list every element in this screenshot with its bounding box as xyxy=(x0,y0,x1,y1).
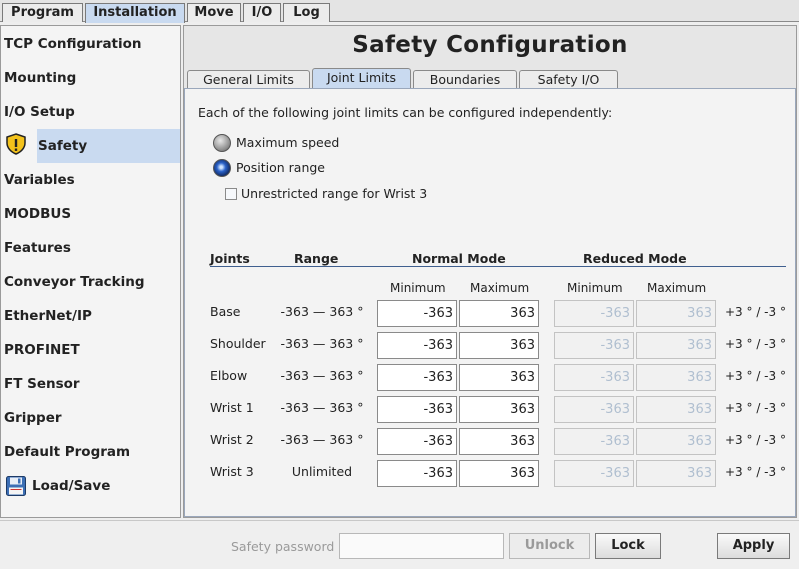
page-title: Safety Configuration xyxy=(352,32,628,58)
wrist1-normal-max-input[interactable]: 363 xyxy=(459,396,539,423)
elbow-normal-max-input[interactable]: 363 xyxy=(459,364,539,391)
tab-general-limits[interactable]: General Limits xyxy=(187,70,310,89)
tab-safety-io[interactable]: Safety I/O xyxy=(519,70,618,89)
joint-range-wrist-1: -363 — 363 ° xyxy=(280,400,364,415)
header-reduced-maximum: Maximum xyxy=(647,281,707,295)
base-tolerance: +3 ° / -3 ° xyxy=(725,305,786,319)
elbow-reduced-min-input: -363 xyxy=(554,364,634,391)
header-normal-minimum: Minimum xyxy=(390,281,446,295)
joint-range-shoulder: -363 — 363 ° xyxy=(280,336,364,351)
base-normal-max-input[interactable]: 363 xyxy=(459,300,539,327)
shoulder-normal-min-input[interactable]: -363 xyxy=(377,332,457,359)
wrist1-normal-min-input[interactable]: -363 xyxy=(377,396,457,423)
wrist1-reduced-max-input: 363 xyxy=(636,396,716,423)
position-range-label: Position range xyxy=(236,160,325,175)
safety-tab-bar: General Limits Joint Limits Boundaries S… xyxy=(184,68,796,89)
safety-password-input[interactable] xyxy=(339,533,504,559)
maximum-speed-label: Maximum speed xyxy=(236,135,340,150)
wrist1-reduced-min-input: -363 xyxy=(554,396,634,423)
tab-joint-limits[interactable]: Joint Limits xyxy=(312,68,411,89)
sidebar-item-modbus[interactable]: MODBUS xyxy=(1,197,180,231)
wrist3-normal-min-input[interactable]: -363 xyxy=(377,460,457,487)
wrist2-reduced-min-input: -363 xyxy=(554,428,634,455)
wrist2-tolerance: +3 ° / -3 ° xyxy=(725,433,786,447)
tab-installation[interactable]: Installation xyxy=(85,3,185,23)
safety-password-label: Safety password xyxy=(231,539,335,554)
wrist2-normal-min-input[interactable]: -363 xyxy=(377,428,457,455)
unrestricted-wrist3-label: Unrestricted range for Wrist 3 xyxy=(241,186,428,201)
wrist1-tolerance: +3 ° / -3 ° xyxy=(725,401,786,415)
radio-selected-icon xyxy=(213,159,231,177)
shoulder-normal-max-input[interactable]: 363 xyxy=(459,332,539,359)
joint-name-wrist-2: Wrist 2 xyxy=(210,432,254,447)
apply-button[interactable]: Apply xyxy=(717,533,790,559)
joint-name-base: Base xyxy=(210,304,241,319)
unrestricted-wrist3-checkbox[interactable]: Unrestricted range for Wrist 3 xyxy=(225,185,427,203)
sidebar-item-io-setup[interactable]: I/O Setup xyxy=(1,95,180,129)
footer-bar: Safety password Unlock Lock Apply xyxy=(0,520,799,569)
sidebar-item-variables[interactable]: Variables xyxy=(1,163,180,197)
shoulder-reduced-max-input: 363 xyxy=(636,332,716,359)
elbow-reduced-max-input: 363 xyxy=(636,364,716,391)
sidebar-item-profinet[interactable]: PROFINET xyxy=(1,333,180,367)
tab-program[interactable]: Program xyxy=(2,3,83,22)
unlock-button[interactable]: Unlock xyxy=(509,533,590,559)
sidebar-item-ft-sensor[interactable]: FT Sensor xyxy=(1,367,180,401)
sidebar-item-safety[interactable]: Safety xyxy=(37,129,180,163)
joint-range-elbow: -363 — 363 ° xyxy=(280,368,364,383)
shoulder-reduced-min-input: -363 xyxy=(554,332,634,359)
elbow-normal-min-input[interactable]: -363 xyxy=(377,364,457,391)
header-range: Range xyxy=(294,251,339,266)
installation-sidebar: TCP Configuration Mounting I/O Setup Saf… xyxy=(0,25,181,518)
wrist3-normal-max-input[interactable]: 363 xyxy=(459,460,539,487)
joint-range-wrist-3: Unlimited xyxy=(291,464,353,479)
joint-name-elbow: Elbow xyxy=(210,368,248,383)
sidebar-item-gripper[interactable]: Gripper xyxy=(1,401,180,435)
header-reduced-minimum: Minimum xyxy=(567,281,623,295)
base-reduced-min-input: -363 xyxy=(554,300,634,327)
radio-unselected-icon xyxy=(213,134,231,152)
lock-button[interactable]: Lock xyxy=(595,533,661,559)
header-joints: Joints xyxy=(210,251,250,266)
checkbox-unchecked-icon xyxy=(225,188,237,200)
tab-io[interactable]: I/O xyxy=(243,3,281,22)
sidebar-item-tcp-configuration[interactable]: TCP Configuration xyxy=(1,27,180,61)
header-normal-maximum: Maximum xyxy=(470,281,530,295)
tab-boundaries[interactable]: Boundaries xyxy=(413,70,517,89)
sidebar-item-features[interactable]: Features xyxy=(1,231,180,265)
base-reduced-max-input: 363 xyxy=(636,300,716,327)
sidebar-item-conveyor-tracking[interactable]: Conveyor Tracking xyxy=(1,265,180,299)
wrist3-tolerance: +3 ° / -3 ° xyxy=(725,465,786,479)
wrist2-reduced-max-input: 363 xyxy=(636,428,716,455)
shoulder-tolerance: +3 ° / -3 ° xyxy=(725,337,786,351)
wrist3-reduced-max-input: 363 xyxy=(636,460,716,487)
tab-move[interactable]: Move xyxy=(187,3,241,22)
maximum-speed-radio[interactable]: Maximum speed xyxy=(213,133,339,153)
warning-shield-icon xyxy=(6,133,26,155)
sidebar-item-load-save[interactable]: Load/Save xyxy=(1,469,180,503)
joint-limits-panel: Each of the following joint limits can b… xyxy=(184,88,796,517)
header-normal-mode: Normal Mode xyxy=(412,251,506,266)
joint-range-wrist-2: -363 — 363 ° xyxy=(280,432,364,447)
sidebar-item-default-program[interactable]: Default Program xyxy=(1,435,180,469)
position-range-radio[interactable]: Position range xyxy=(213,158,325,178)
main-content: Safety Configuration General Limits Join… xyxy=(183,25,797,518)
sidebar-item-ethernet-ip[interactable]: EtherNet/IP xyxy=(1,299,180,333)
wrist3-reduced-min-input: -363 xyxy=(554,460,634,487)
elbow-tolerance: +3 ° / -3 ° xyxy=(725,369,786,383)
wrist2-normal-max-input[interactable]: 363 xyxy=(459,428,539,455)
joint-limits-description: Each of the following joint limits can b… xyxy=(198,105,613,120)
joint-name-shoulder: Shoulder xyxy=(210,336,266,351)
joint-range-base: -363 — 363 ° xyxy=(280,304,364,319)
tab-log[interactable]: Log xyxy=(283,3,330,22)
sidebar-item-mounting[interactable]: Mounting xyxy=(1,61,180,95)
header-reduced-mode: Reduced Mode xyxy=(583,251,687,266)
joint-name-wrist-3: Wrist 3 xyxy=(210,464,254,479)
top-tab-bar: Program Installation Move I/O Log xyxy=(0,0,799,23)
base-normal-min-input[interactable]: -363 xyxy=(377,300,457,327)
header-divider xyxy=(210,266,786,267)
joint-name-wrist-1: Wrist 1 xyxy=(210,400,254,415)
